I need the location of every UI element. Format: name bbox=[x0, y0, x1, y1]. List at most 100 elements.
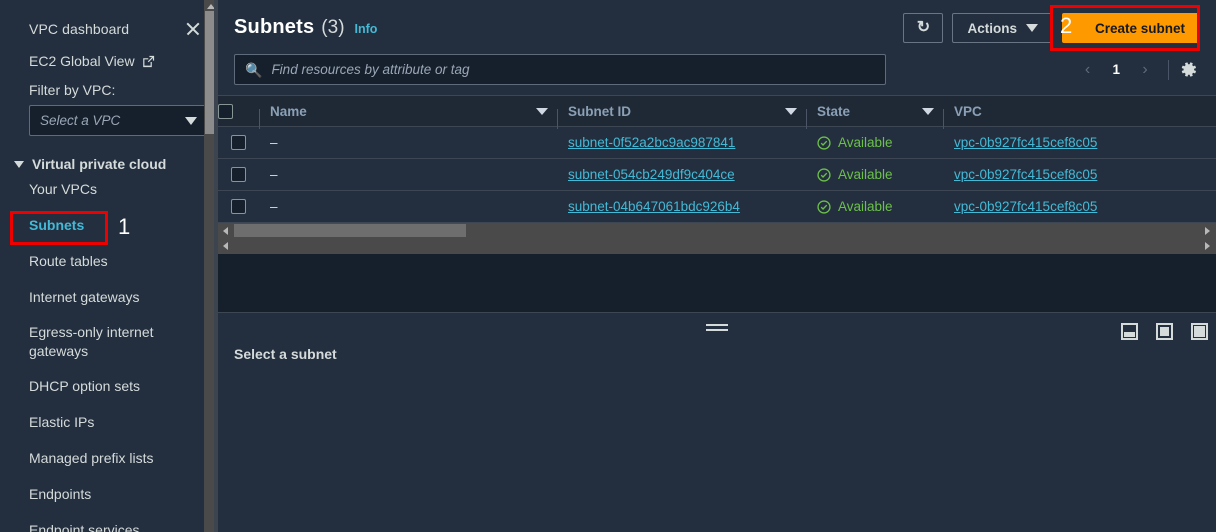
sidebar-item-egress-only-internet-gateways[interactable]: Egress-only internet gateways bbox=[0, 316, 218, 370]
row-checkbox-cell bbox=[218, 126, 260, 159]
scroll-right-icon[interactable] bbox=[1205, 227, 1210, 235]
cell-name: – bbox=[260, 190, 558, 223]
vpc-id-link[interactable]: vpc-0b927fc415cef8c05 bbox=[954, 199, 1097, 214]
sidebar-item-label: Managed prefix lists bbox=[29, 450, 154, 466]
close-icon[interactable] bbox=[182, 18, 204, 40]
vpc-console-page: VPC dashboard EC2 Global View Filter by … bbox=[0, 0, 1216, 532]
subnets-table: Name Subnet ID State VPC – subnet-0f52a2… bbox=[218, 95, 1216, 223]
column-header-name[interactable]: Name bbox=[260, 95, 558, 129]
split-panel-full-icon[interactable] bbox=[1191, 323, 1208, 340]
chevron-right-icon[interactable]: › bbox=[1132, 57, 1158, 83]
table-row[interactable]: – subnet-0f52a2bc9ac987841 Available vpc… bbox=[218, 126, 1216, 159]
sidebar-item-dhcp-option-sets[interactable]: DHCP option sets bbox=[0, 369, 218, 405]
cell-name: – bbox=[260, 126, 558, 159]
cell-name: – bbox=[260, 158, 558, 191]
status-badge: Available bbox=[817, 199, 934, 214]
vpc-id-link[interactable]: vpc-0b927fc415cef8c05 bbox=[954, 135, 1097, 150]
sidebar-item-label: Your VPCs bbox=[29, 181, 97, 197]
status-badge: Available bbox=[817, 135, 934, 150]
sort-descending-icon[interactable] bbox=[785, 107, 797, 115]
main-content: Subnets (3) Info ↻ Actions Create subnet bbox=[218, 0, 1216, 532]
sidebar-item-endpoints[interactable]: Endpoints bbox=[0, 477, 218, 513]
sidebar-item-ec2-global-view[interactable]: EC2 Global View bbox=[0, 40, 218, 69]
split-panel-side-icon[interactable] bbox=[1156, 323, 1173, 340]
scroll-left-icon[interactable] bbox=[223, 227, 228, 235]
subnet-id-link[interactable]: subnet-0f52a2bc9ac987841 bbox=[568, 135, 735, 150]
sidebar-item-label: Egress-only internet gateways bbox=[29, 323, 154, 360]
row-checkbox-cell bbox=[218, 158, 260, 191]
refresh-button[interactable]: ↻ bbox=[903, 13, 944, 43]
split-panel-layout-controls bbox=[1121, 323, 1208, 340]
page-horizontal-scrollbar[interactable] bbox=[218, 238, 1216, 254]
vpc-id-link[interactable]: vpc-0b927fc415cef8c05 bbox=[954, 167, 1097, 182]
column-header-subnet-id[interactable]: Subnet ID bbox=[558, 95, 807, 129]
table-body: – subnet-0f52a2bc9ac987841 Available vpc… bbox=[218, 126, 1216, 223]
actions-button-label: Actions bbox=[967, 20, 1017, 36]
sidebar-title: VPC dashboard bbox=[29, 21, 130, 37]
search-and-pagination-row: 🔍 ‹ 1 › bbox=[218, 43, 1216, 85]
sidebar-item-route-tables[interactable]: Route tables bbox=[0, 244, 218, 280]
info-link[interactable]: Info bbox=[355, 22, 378, 36]
vpc-filter-select[interactable]: Select a VPC bbox=[29, 105, 207, 136]
sidebar-item-subnets[interactable]: Subnets bbox=[0, 208, 218, 244]
subnet-id-link[interactable]: subnet-054cb249df9c404ce bbox=[568, 167, 735, 182]
empty-area bbox=[218, 254, 1216, 312]
check-circle-icon bbox=[817, 135, 831, 150]
create-subnet-label: Create subnet bbox=[1094, 20, 1185, 36]
scroll-right-icon[interactable] bbox=[1205, 242, 1210, 250]
create-subnet-slot: Create subnet 2 bbox=[1049, 5, 1200, 51]
sidebar-item-endpoint-services[interactable]: Endpoint services bbox=[0, 513, 218, 532]
refresh-icon: ↻ bbox=[916, 19, 931, 36]
column-header-label: State bbox=[817, 103, 851, 119]
column-header-state[interactable]: State bbox=[807, 95, 944, 129]
status-label: Available bbox=[838, 199, 893, 214]
sort-descending-icon[interactable] bbox=[922, 107, 934, 115]
table-row[interactable]: – subnet-04b647061bdc926b4 Available vpc… bbox=[218, 190, 1216, 223]
header-actions: ↻ Actions Create subnet 2 bbox=[903, 5, 1200, 51]
resize-grip-icon[interactable] bbox=[706, 324, 728, 331]
column-header-label: Subnet ID bbox=[568, 103, 631, 119]
subnet-id-link[interactable]: subnet-04b647061bdc926b4 bbox=[568, 199, 740, 214]
vpc-filter-placeholder: Select a VPC bbox=[40, 113, 121, 128]
left-navigation-sidebar: VPC dashboard EC2 Global View Filter by … bbox=[0, 0, 218, 532]
row-checkbox[interactable] bbox=[231, 135, 246, 151]
table-scrollbar-thumb[interactable] bbox=[234, 224, 466, 237]
sidebar-item-internet-gateways[interactable]: Internet gateways bbox=[0, 280, 218, 316]
sidebar-item-your-vpcs[interactable]: Your VPCs bbox=[0, 172, 218, 208]
split-panel-bottom-icon[interactable] bbox=[1121, 323, 1138, 340]
row-checkbox[interactable] bbox=[231, 199, 246, 215]
name-value: – bbox=[270, 135, 278, 150]
column-header-vpc[interactable]: VPC bbox=[944, 95, 1216, 127]
chevron-left-icon[interactable]: ‹ bbox=[1074, 57, 1100, 83]
search-box[interactable]: 🔍 bbox=[234, 54, 886, 85]
page-header: Subnets (3) Info ↻ Actions Create subnet bbox=[218, 0, 1216, 51]
cell-vpc: vpc-0b927fc415cef8c05 bbox=[944, 126, 1216, 159]
sidebar-group-virtual-private-cloud[interactable]: Virtual private cloud bbox=[0, 136, 218, 172]
table-horizontal-scrollbar[interactable] bbox=[218, 223, 1216, 238]
search-input[interactable] bbox=[271, 62, 875, 77]
create-subnet-button[interactable]: Create subnet bbox=[1061, 13, 1200, 43]
sidebar-item-label: Subnets bbox=[29, 216, 85, 233]
details-panel-title: Select a subnet bbox=[234, 346, 337, 362]
column-header-label: Name bbox=[270, 103, 307, 119]
name-value: – bbox=[270, 167, 278, 182]
sort-descending-icon[interactable] bbox=[536, 107, 548, 115]
table-head: Name Subnet ID State VPC bbox=[218, 95, 1216, 129]
select-all-checkbox[interactable] bbox=[218, 103, 233, 119]
vpc-filter-wrapper: Select a VPC bbox=[0, 98, 218, 136]
table-row[interactable]: – subnet-054cb249df9c404ce Available vpc… bbox=[218, 158, 1216, 191]
sidebar-item-managed-prefix-lists[interactable]: Managed prefix lists bbox=[0, 441, 218, 477]
caret-down-icon bbox=[14, 161, 24, 168]
gear-icon[interactable] bbox=[1179, 60, 1198, 79]
column-header-label: VPC bbox=[954, 103, 982, 119]
sidebar-item-label: EC2 Global View bbox=[29, 53, 135, 69]
scroll-left-icon[interactable] bbox=[223, 242, 228, 250]
details-split-panel: Select a subnet bbox=[218, 312, 1216, 526]
actions-button[interactable]: Actions bbox=[952, 13, 1053, 43]
external-link-icon bbox=[142, 55, 155, 68]
sidebar-item-label: Endpoints bbox=[29, 485, 92, 502]
page-number[interactable]: 1 bbox=[1104, 62, 1128, 77]
row-checkbox[interactable] bbox=[231, 167, 246, 183]
sidebar-item-elastic-ips[interactable]: Elastic IPs bbox=[0, 405, 218, 441]
page-title-group: Subnets (3) Info bbox=[234, 12, 377, 39]
